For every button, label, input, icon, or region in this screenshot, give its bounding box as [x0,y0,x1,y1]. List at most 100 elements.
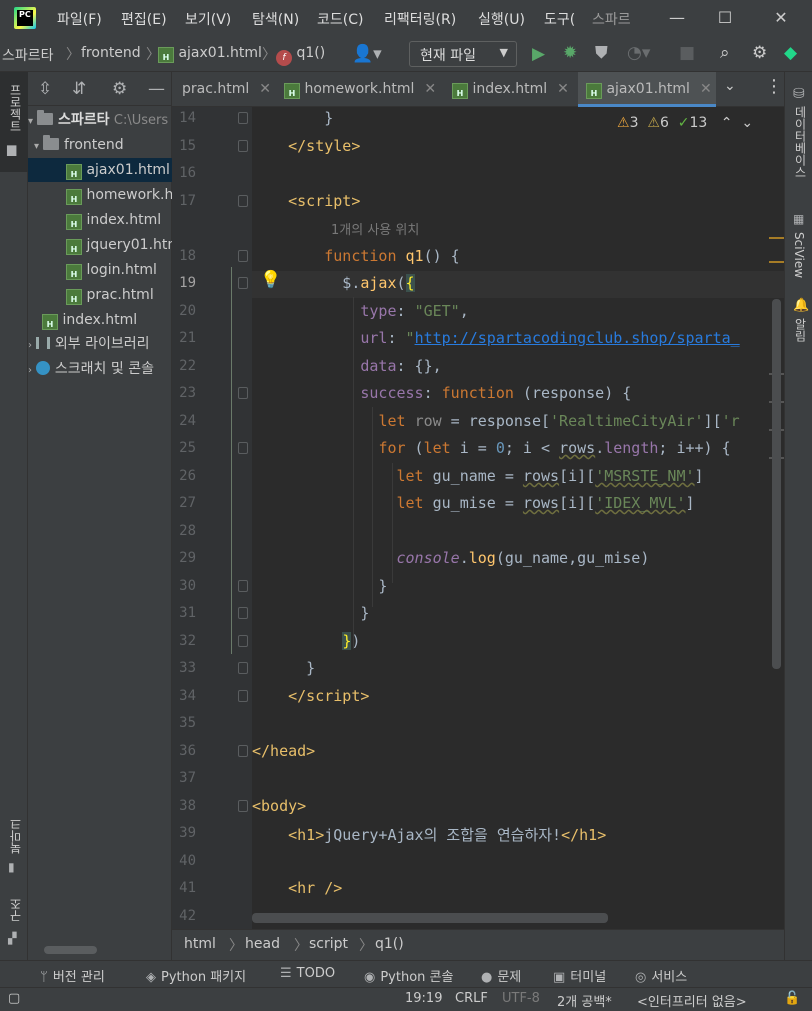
bookmarks-tool-button[interactable]: 북마크 [7,818,24,854]
tool-python-console[interactable]: ◉ Python 콘솔 [364,966,453,985]
fold-marker-icon[interactable] [238,662,248,674]
menu-refactor[interactable]: 리팩터링(R) [384,9,456,29]
tree-file-ajax01[interactable]: H ajax01.html [28,158,172,182]
warning-stripe-marker[interactable] [769,237,784,239]
tree-scratches[interactable]: › 스크래치 및 콘솔 [28,357,172,381]
user-icon[interactable]: 👤▾ [352,44,382,64]
fold-marker-icon[interactable] [238,195,248,207]
fold-marker-icon[interactable] [238,387,248,399]
close-icon[interactable]: ✕ [259,81,271,97]
python-interpreter[interactable]: <인터프리터 없음> [637,991,747,1010]
editor-vertical-scrollbar[interactable] [772,299,781,669]
tree-folder-frontend[interactable]: ▾ frontend [28,133,172,157]
tree-file-prac[interactable]: H prac.html [28,283,172,307]
usage-hint[interactable]: 1개의 사용 위치 [331,219,419,238]
menu-navigate[interactable]: 탐색(N) [252,9,299,29]
nav-folder[interactable]: frontend [81,45,141,61]
editor-horizontal-scrollbar[interactable] [252,913,608,923]
structure-tool-button[interactable]: 구조 [7,898,24,922]
tab-prac[interactable]: prac.html ✕ [182,72,271,107]
lock-icon[interactable]: 🔓 [784,991,800,1006]
close-icon[interactable]: ✕ [557,81,569,97]
fold-marker-icon[interactable] [238,607,248,619]
notifications-tool-button[interactable]: 알림 [792,318,809,342]
fold-marker-icon[interactable] [238,140,248,152]
tree-external-libraries[interactable]: › 외부 라이브러리 [28,332,172,356]
line-separator[interactable]: CRLF [455,991,488,1006]
breadcrumb-head[interactable]: head [245,936,280,952]
breadcrumb-script[interactable]: script [309,936,348,952]
file-encoding[interactable]: UTF-8 [502,991,540,1006]
tool-terminal[interactable]: ▣ 터미널 [553,966,606,985]
fold-marker-icon[interactable] [238,635,248,647]
tool-todo[interactable]: ☰ TODO [280,966,335,981]
close-window-button[interactable]: ✕ [758,6,804,30]
tab-homework[interactable]: H homework.html ✕ [284,72,436,107]
tool-problems[interactable]: ● 문제 [481,966,521,985]
fold-marker-icon[interactable] [238,745,248,757]
tree-root[interactable]: ▾ 스파르타 C:\Users [28,108,172,132]
search-icon[interactable]: ⌕ [720,43,730,63]
menu-run[interactable]: 실행(U) [478,9,525,29]
more-icon[interactable]: ⋮ [765,76,783,97]
close-icon[interactable]: ✕ [424,81,436,97]
debug-icon[interactable]: ✹ [563,43,577,63]
breadcrumb-html[interactable]: html [184,936,216,952]
stop-icon[interactable]: ■ [679,43,695,63]
menu-edit[interactable]: 편집(E) [121,9,167,29]
tab-list-chevron-icon[interactable]: ⌄ [724,78,736,94]
expand-all-icon[interactable]: ⇳ [38,79,52,99]
minimize-button[interactable]: — [654,6,700,30]
menu-file[interactable]: 파일(F) [57,9,102,29]
run-configuration-select[interactable]: 현재 파일 ▼ [409,41,517,67]
gear-icon[interactable]: ⚙ [752,43,767,63]
tool-windows-bar: ᛘ 버전 관리 ◈ Python 패키지 ☰ TODO ◉ Python 콘솔 ● 문제 … [0,960,812,987]
tree-file-jquery01[interactable]: H jquery01.html [28,233,172,257]
gear-icon[interactable]: ⚙ [112,79,127,99]
menu-view[interactable]: 보기(V) [185,9,231,29]
indent-setting[interactable]: 2개 공백* [557,991,612,1010]
tree-file-index[interactable]: H index.html [28,208,172,232]
jetbrains-ai-icon[interactable]: ◆ [784,43,797,63]
menu-tools[interactable]: 도구( [544,9,575,29]
fold-marker-icon[interactable] [238,800,248,812]
hide-icon[interactable]: — [148,79,165,99]
fold-marker-icon[interactable] [238,112,248,124]
fold-marker-icon[interactable] [238,580,248,592]
fold-marker-icon[interactable] [238,690,248,702]
profile-icon[interactable]: ◔▾ [627,43,650,63]
tool-version-control[interactable]: ᛘ 버전 관리 [40,966,105,985]
inspections-widget[interactable]: ⚠3 ⚠6 ✓13 ⌃ ⌄ [617,115,753,131]
tree-file-login[interactable]: H login.html [28,258,172,282]
tool-python-packages[interactable]: ◈ Python 패키지 [146,966,246,985]
project-tool-button[interactable]: 프로젝트 [7,84,24,132]
breadcrumb-function[interactable]: q1() [375,936,404,952]
nav-project[interactable]: 스파르타 [2,45,54,65]
tool-services[interactable]: ◎ 서비스 [635,966,687,985]
toggle-tool-windows-icon[interactable]: ▢ [8,991,20,1006]
ajax-url[interactable]: http://spartacodingclub.shop/sparta_ [415,329,740,347]
project-horizontal-scrollbar[interactable] [44,946,97,954]
tab-ajax01[interactable]: H ajax01.html ✕ [578,72,716,107]
run-icon[interactable]: ▶ [532,44,545,64]
code-editor[interactable]: 14 15 16 17 18 19 20 21 22 23 24 25 26 2… [172,107,784,929]
warning-stripe-marker[interactable] [769,261,784,263]
close-icon[interactable]: ✕ [700,81,712,97]
database-tool-button[interactable]: 데이터베이스 [792,106,809,178]
nav-function[interactable]: f q1() [276,45,325,66]
tree-file-homework[interactable]: H homework.html [28,183,172,207]
fold-marker-icon[interactable] [238,277,248,289]
maximize-button[interactable]: ☐ [702,6,748,30]
collapse-all-icon[interactable]: ⇵ [72,79,86,99]
nav-file[interactable]: H ajax01.html [158,45,262,63]
chevron-up-icon[interactable]: ⌃ [721,115,733,131]
coverage-icon[interactable]: ⛊ [595,43,608,63]
menu-code[interactable]: 코드(C) [317,9,363,29]
sciview-tool-button[interactable]: SciView [792,232,806,278]
tab-index[interactable]: H index.html ✕ [452,72,569,107]
tree-file-root-index[interactable]: H index.html [28,308,172,332]
caret-position[interactable]: 19:19 [405,991,442,1006]
chevron-down-icon[interactable]: ⌄ [741,115,753,131]
fold-marker-icon[interactable] [238,250,248,262]
fold-marker-icon[interactable] [238,442,248,454]
